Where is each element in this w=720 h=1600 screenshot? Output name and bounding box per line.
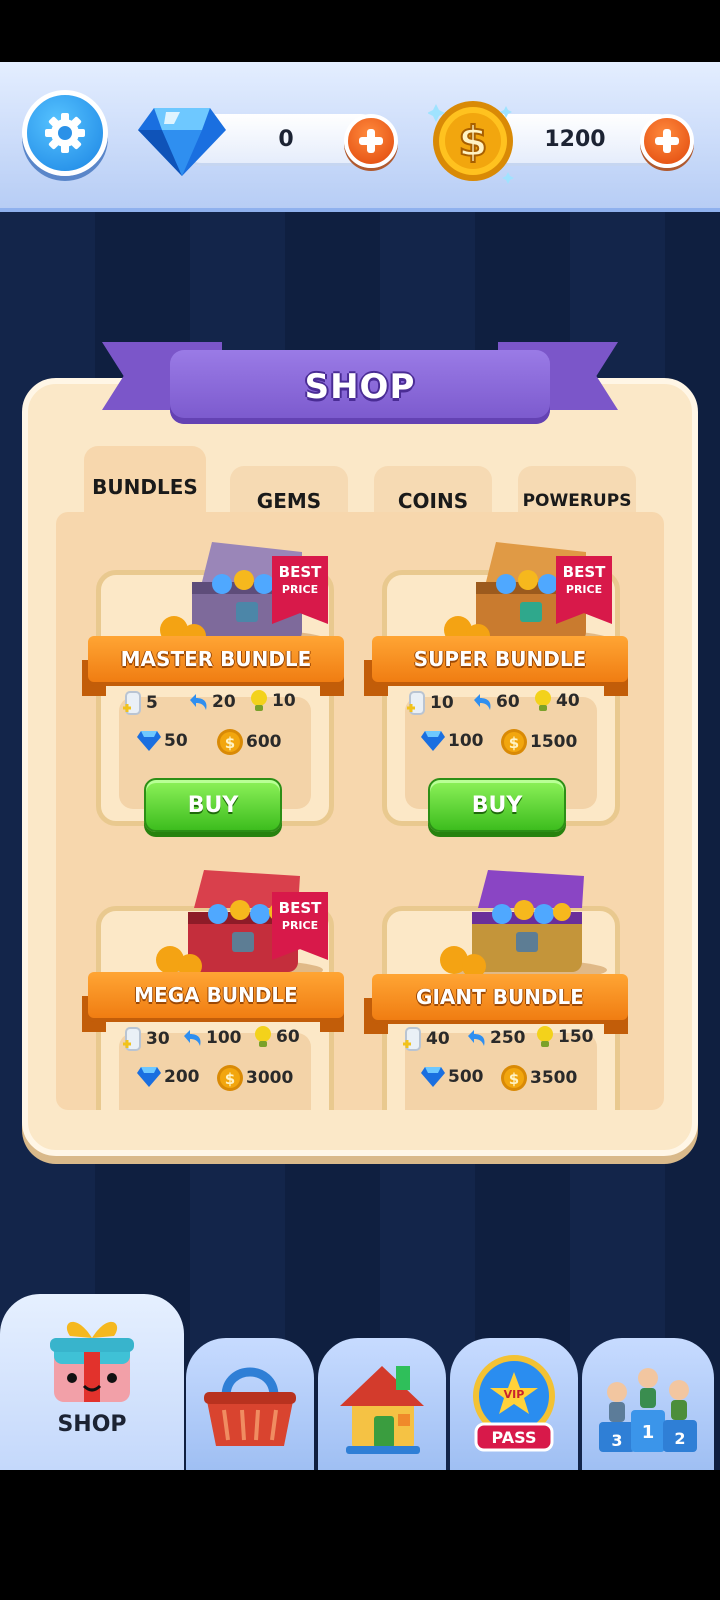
- coin-icon: $: [428, 101, 514, 184]
- coins-stat: $ 600: [216, 728, 282, 756]
- svg-text:VIP: VIP: [504, 1388, 525, 1401]
- undo-stat: 20: [186, 690, 236, 714]
- gems-stat: 200: [136, 1066, 200, 1088]
- hint-stat: 60: [252, 1024, 300, 1050]
- ticket-icon: [123, 691, 141, 715]
- gems-stat: 500: [420, 1066, 484, 1088]
- shop-header: SHOP: [170, 350, 550, 424]
- gems-stat: 100: [420, 730, 484, 752]
- coins-stat: $ 1500: [500, 728, 577, 756]
- gem-icon: [137, 731, 161, 751]
- svg-text:$: $: [225, 1070, 235, 1088]
- coins-stat: $ 3000: [216, 1064, 293, 1092]
- settings-button[interactable]: [22, 90, 108, 176]
- svg-text:$: $: [458, 117, 487, 166]
- coin-icon: $: [217, 729, 243, 755]
- plus-icon: [359, 129, 383, 153]
- ticket-icon: [403, 1027, 421, 1051]
- nav-home[interactable]: [318, 1338, 446, 1470]
- nav-basket[interactable]: [186, 1338, 314, 1470]
- house-icon: [340, 1366, 424, 1454]
- gem-icon: [421, 731, 445, 751]
- svg-text:1: 1: [642, 1422, 655, 1443]
- tickets-stat: 5: [122, 690, 158, 716]
- gear-icon: [45, 113, 85, 153]
- bundle-name-giant: GIANT BUNDLE: [372, 974, 628, 1020]
- gem-icon: [137, 1067, 161, 1087]
- bundle-name-master: MASTER BUNDLE: [88, 636, 344, 682]
- status-bar: [0, 0, 720, 62]
- tickets-stat: 30: [122, 1026, 170, 1052]
- bundles-grid: BEST PRICE MASTER BUNDLE 5 20 10 50 $ 60…: [56, 512, 664, 1110]
- plus-icon: [655, 129, 679, 153]
- add-coins-button[interactable]: [640, 114, 694, 168]
- gems-value: 0: [278, 127, 294, 152]
- nav-shop[interactable]: SHOP: [0, 1294, 184, 1470]
- gems-stat: 50: [136, 730, 188, 752]
- shop-title: SHOP: [304, 367, 416, 407]
- hint-stat: 40: [532, 688, 580, 714]
- chest-icon: [440, 870, 607, 980]
- bundle-name-super: SUPER BUNDLE: [372, 636, 628, 682]
- lightbulb-icon: [537, 1026, 553, 1047]
- basket-icon: [204, 1367, 296, 1446]
- buy-button-super[interactable]: BUY: [428, 778, 566, 832]
- undo-stat: 100: [180, 1026, 242, 1050]
- lightbulb-icon: [255, 1026, 271, 1047]
- undo-stat: 60: [470, 690, 520, 714]
- coins-value: 1200: [544, 127, 606, 152]
- ticket-icon: [123, 1027, 141, 1051]
- buy-button-master[interactable]: BUY: [144, 778, 282, 832]
- svg-text:3: 3: [611, 1431, 622, 1450]
- svg-text:$: $: [509, 1070, 519, 1088]
- coins-stat: $ 3500: [500, 1064, 577, 1092]
- gem-icon: [421, 1067, 445, 1087]
- vip-pass-icon: VIP PASS: [473, 1355, 555, 1452]
- ticket-icon: [407, 691, 425, 715]
- nav-shop-label: SHOP: [57, 1412, 127, 1437]
- top-bar: 0 1200 $: [0, 62, 720, 212]
- bottom-nav: VIP PASS 3 1 2 SHOP: [0, 1292, 720, 1470]
- svg-text:PASS: PASS: [492, 1428, 537, 1447]
- podium-icon: 3 1 2: [599, 1368, 697, 1452]
- gift-icon: [50, 1321, 134, 1402]
- coin-icon: $: [501, 1065, 527, 1091]
- system-nav-area: [0, 1470, 720, 1600]
- undo-icon: [468, 1030, 485, 1046]
- svg-text:2: 2: [674, 1429, 685, 1448]
- tickets-stat: 40: [402, 1026, 450, 1052]
- coin-icon: $: [501, 729, 527, 755]
- hint-stat: 10: [248, 688, 296, 714]
- coin-icon: $: [217, 1065, 243, 1091]
- undo-stat: 250: [464, 1026, 526, 1050]
- undo-icon: [474, 694, 491, 710]
- add-gems-button[interactable]: [344, 114, 398, 168]
- bundle-name-mega: MEGA BUNDLE: [88, 972, 344, 1018]
- lightbulb-icon: [251, 690, 267, 711]
- lightbulb-icon: [535, 690, 551, 711]
- hint-stat: 150: [534, 1024, 594, 1050]
- undo-icon: [190, 694, 207, 710]
- nav-leaderboard[interactable]: 3 1 2: [582, 1338, 714, 1470]
- svg-text:$: $: [225, 734, 235, 752]
- svg-text:$: $: [509, 734, 519, 752]
- nav-vip-pass[interactable]: VIP PASS: [450, 1338, 578, 1470]
- undo-icon: [184, 1030, 201, 1046]
- gem-icon: [138, 108, 226, 176]
- tickets-stat: 10: [406, 690, 454, 716]
